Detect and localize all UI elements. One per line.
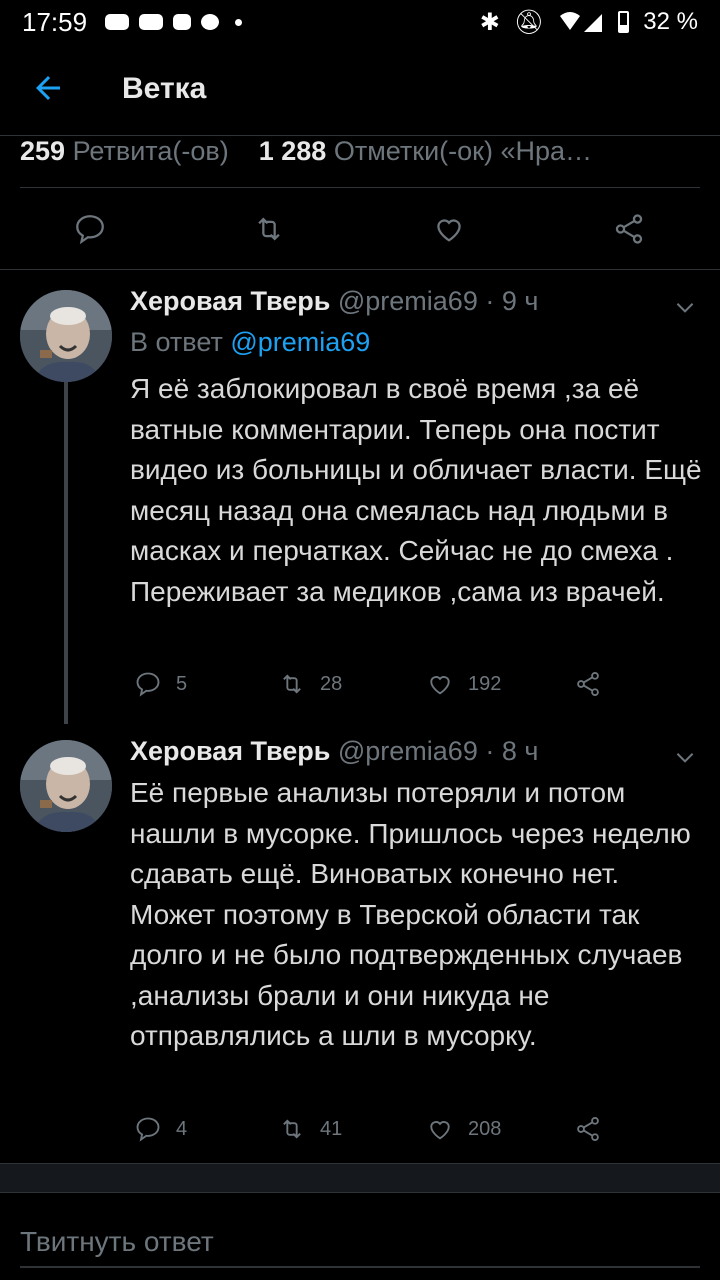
like-icon bbox=[430, 676, 450, 695]
reply-icon[interactable] bbox=[73, 212, 107, 246]
tweet[interactable]: Херовая Тверь @premia69 · 8 ч Её первые … bbox=[0, 720, 720, 1160]
chat-icon bbox=[201, 14, 220, 30]
status-bar: 17:59 ✱ 🔕︎ 32 % bbox=[0, 0, 720, 44]
retweets-count: 259 bbox=[20, 136, 66, 166]
retweet-icon bbox=[283, 674, 301, 694]
reply-composer bbox=[0, 1194, 720, 1280]
author-name[interactable]: Херовая Тверь bbox=[130, 286, 330, 316]
tweet-text: Я её заблокировал в своё время ,за её ва… bbox=[130, 373, 702, 607]
main-tweet-actions bbox=[0, 188, 720, 270]
retweet-count: 28 bbox=[320, 672, 343, 695]
share-action[interactable] bbox=[574, 670, 602, 698]
mute-icon: 🔕︎ bbox=[513, 8, 545, 36]
retweets-label[interactable]: Ретвита(-ов) bbox=[73, 136, 229, 166]
reply-handle-link[interactable]: @premia69 bbox=[230, 327, 370, 357]
share-action[interactable] bbox=[574, 1115, 602, 1143]
wifi-signal-icon bbox=[560, 12, 603, 32]
avatar[interactable] bbox=[20, 740, 112, 832]
battery-icon bbox=[618, 11, 630, 33]
app-bar: Ветка bbox=[0, 44, 720, 136]
author-handle-time: @premia69 · 9 ч bbox=[337, 286, 539, 316]
retweet-icon bbox=[283, 1119, 301, 1139]
reply-input[interactable] bbox=[20, 1218, 700, 1268]
tweet-header: Херовая Тверь @premia69 · 9 ч bbox=[130, 286, 538, 317]
avatar[interactable] bbox=[20, 290, 112, 382]
likes-count: 1 288 bbox=[258, 136, 327, 166]
battery-percent: 32 % bbox=[643, 8, 698, 35]
youtube-icon bbox=[139, 14, 164, 30]
retweet-action[interactable]: 28 bbox=[278, 670, 342, 698]
tweet-stats: 259 Ретвита(-ов) 1 288 Отметки(-ок) «Нра… bbox=[20, 136, 700, 188]
like-icon bbox=[430, 1121, 450, 1140]
reply-count: 5 bbox=[176, 672, 188, 695]
share-icon[interactable] bbox=[612, 212, 646, 246]
reply-context: В ответ @premia69 bbox=[130, 327, 370, 358]
tweet-actions: 4 41 208 bbox=[130, 1115, 610, 1145]
chevron-down-icon[interactable] bbox=[672, 744, 698, 770]
notification-icons bbox=[105, 14, 243, 30]
more-notifications-icon bbox=[235, 18, 243, 26]
like-count: 192 bbox=[468, 672, 502, 695]
back-arrow-icon[interactable] bbox=[30, 70, 66, 106]
page-title: Ветка bbox=[122, 72, 207, 105]
retweet-action[interactable]: 41 bbox=[278, 1115, 342, 1143]
share-icon bbox=[577, 1116, 599, 1142]
system-icons: ✱ 🔕︎ 32 % bbox=[480, 8, 698, 37]
bluetooth-icon: ✱ bbox=[479, 8, 500, 36]
reply-prefix: В ответ bbox=[130, 327, 223, 357]
likes-label[interactable]: Отметки(-ок) «Нра… bbox=[334, 136, 592, 166]
reply-action[interactable]: 5 bbox=[134, 670, 187, 698]
status-time: 17:59 bbox=[22, 6, 88, 37]
author-handle-time: @premia69 · 8 ч bbox=[337, 736, 539, 766]
youtube-icon bbox=[105, 14, 130, 30]
author-name[interactable]: Херовая Тверь bbox=[130, 736, 330, 766]
like-count: 208 bbox=[468, 1117, 502, 1140]
thread-line bbox=[64, 382, 68, 724]
share-icon bbox=[577, 671, 599, 697]
like-action[interactable]: 208 bbox=[426, 1115, 501, 1143]
section-divider bbox=[0, 1163, 720, 1193]
reply-action[interactable]: 4 bbox=[134, 1115, 187, 1143]
reply-icon bbox=[136, 1117, 160, 1142]
retweet-icon[interactable] bbox=[252, 212, 286, 246]
reply-count: 4 bbox=[176, 1117, 188, 1140]
tweet-text: Её первые анализы потеряли и потом нашли… bbox=[130, 777, 691, 1051]
video-icon bbox=[173, 14, 192, 30]
like-action[interactable]: 192 bbox=[426, 670, 501, 698]
tweet[interactable]: Херовая Тверь @premia69 · 9 ч В ответ @p… bbox=[0, 270, 720, 724]
retweet-count: 41 bbox=[320, 1117, 343, 1140]
reply-icon bbox=[136, 672, 160, 697]
like-icon[interactable] bbox=[432, 212, 466, 246]
tweet-header: Херовая Тверь @premia69 · 8 ч bbox=[130, 736, 538, 767]
tweet-actions: 5 28 192 bbox=[130, 670, 610, 700]
chevron-down-icon[interactable] bbox=[672, 294, 698, 320]
